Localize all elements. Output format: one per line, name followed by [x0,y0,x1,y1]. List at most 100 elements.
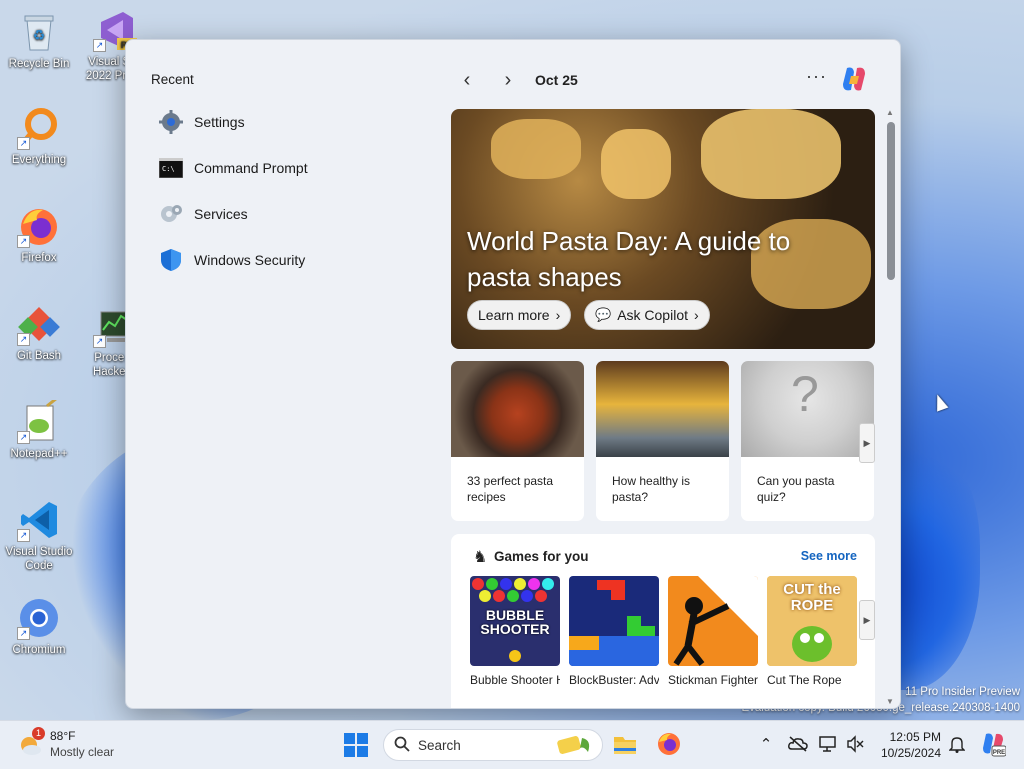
notepadpp-icon: ↗ [17,396,61,444]
next-button[interactable]: › [496,68,520,92]
vscode-icon: ↗ [17,498,61,542]
search-label: Search [418,738,461,753]
game-tile[interactable]: BlockBuster: Adventures … [569,576,659,688]
game-art-text: BUBBLE SHOOTER [480,607,550,637]
game-caption: BlockBuster: Adventures … [569,673,659,687]
hero-title: World Pasta Day: A guide to pasta shapes [467,226,791,292]
everything-search-icon: ↗ [17,106,61,150]
cloud-offline-icon [788,736,808,752]
desktop-icon-notepadpp[interactable]: ↗ Notepad++ [2,396,76,461]
chevron-left-icon: ‹ [463,68,471,91]
article-caption: How healthy is pasta? [612,474,691,504]
game-tile[interactable]: Stickman Fighter : Mega… [668,576,758,688]
search-highlight-icon [552,734,596,756]
article-image [451,361,584,457]
file-explorer-button[interactable] [612,731,638,757]
services-gear-icon [158,201,184,227]
see-more-link[interactable]: See more [801,549,857,563]
copilot-icon [843,67,865,91]
start-button[interactable] [344,733,368,757]
firefox-icon [658,733,680,755]
game-art: BUBBLE SHOOTER [470,576,560,666]
panel-scrollbar[interactable]: ▲ ▼ [884,108,898,706]
weather-badge: 1 [32,727,45,740]
network-monitor-icon [819,736,836,752]
chat-bubble-icon: 💬 [595,307,612,322]
desktop-icon-git-bash[interactable]: ↗ Git Bash [2,302,76,363]
game-caption: Stickman Fighter : Mega… [668,673,758,687]
desktop-icon-label: Firefox [21,252,57,264]
desktop-icon-label: Git Bash [16,350,62,362]
learn-more-label: Learn more [478,307,550,323]
game-art [569,576,659,666]
volume-muted-icon [847,735,864,753]
bell-icon [949,737,965,753]
scroll-up-icon: ▲ [886,108,894,117]
article-card[interactable]: How healthy is pasta? [596,361,729,521]
game-art-text: CUT the ROPE [783,581,841,614]
chevron-up-icon: ⌃ [759,736,773,753]
ask-copilot-button[interactable]: 💬 Ask Copilot › [584,300,710,330]
article-caption: Can you pasta quiz? [757,474,835,504]
games-section: ♞ Games for you See more BUBBLE SHOOTER … [451,534,875,708]
desktop-icon-label: Chromium [12,644,66,656]
recent-item-windows-security[interactable]: Windows Security [158,243,305,277]
pasta-image-part [701,109,841,199]
game-tile[interactable]: BUBBLE SHOOTER Bubble Shooter HD [470,576,560,688]
taskbar-clock[interactable]: 12:05 PM 10/25/2024 [876,729,941,761]
pasta-image-part [601,129,671,199]
triangle-right-icon: ▶ [863,614,871,625]
desktop-icon-vscode[interactable]: ↗ Visual Studio Code [2,498,76,573]
onedrive-status-button[interactable] [787,733,809,755]
windows-watermark-edition: 11 Pro Insider Preview [905,686,1020,698]
start-widgets-panel: Recent Settings C:\ Command Prompt Servi… [125,39,901,709]
desktop-icon-chromium[interactable]: ↗ Chromium [2,596,76,657]
volume-button[interactable] [844,733,866,755]
previous-button[interactable]: ‹ [455,68,479,92]
cards-scroll-right-button[interactable]: ▶ [859,423,875,463]
chromium-icon: ↗ [17,596,61,640]
game-art [668,576,758,666]
search-icon [394,736,410,756]
recent-item-services[interactable]: Services [158,197,248,231]
game-tile[interactable]: CUT the ROPE Cut The Rope [767,576,857,688]
svg-text:♻: ♻ [33,27,46,43]
svg-text:C:\: C:\ [162,165,175,173]
chess-knight-icon: ♞ [473,549,488,566]
desktop-icon-label: Notepad++ [10,448,68,460]
desktop-icon-label: Recycle Bin [8,58,70,70]
desktop-icon-everything[interactable]: ↗ Everything [2,106,76,167]
learn-more-button[interactable]: Learn more › [467,300,572,330]
taskbar-search-box[interactable]: Search [383,729,603,761]
pasta-image-part [491,119,581,179]
chevron-right-icon: › [504,68,512,91]
firefox-taskbar-button[interactable] [656,731,682,757]
desktop-icon-recycle-bin[interactable]: ♻ Recycle Bin [2,10,76,71]
article-card[interactable]: 33 perfect pasta recipes [451,361,584,521]
windows-logo-icon [344,733,368,757]
notifications-button[interactable] [946,733,968,755]
clock-date: 10/25/2024 [880,746,941,760]
gear-icon [158,109,184,135]
svg-text:PRE: PRE [993,750,1005,756]
game-art: CUT the ROPE [767,576,857,666]
recent-heading: Recent [151,72,194,87]
copilot-taskbar-button[interactable]: PRE [980,731,1007,757]
article-image [596,361,729,457]
copilot-button[interactable] [839,64,869,94]
recent-item-command-prompt[interactable]: C:\ Command Prompt [158,151,308,185]
feed-date: Oct 25 [535,72,578,88]
question-mark-art: ? [791,366,819,422]
network-button[interactable] [818,733,840,755]
shield-icon [158,247,184,273]
games-title: Games for you [494,549,589,564]
show-hidden-icons-button[interactable]: ⌃ [755,733,777,755]
hero-article-card[interactable]: World Pasta Day: A guide to pasta shapes… [451,109,875,349]
article-card[interactable]: ? Can you pasta quiz? [741,361,874,521]
recent-item-settings[interactable]: Settings [158,105,245,139]
games-scroll-right-button[interactable]: ▶ [859,600,875,640]
more-options-button[interactable]: ··· [806,66,827,87]
scrollbar-thumb[interactable] [887,122,895,280]
folder-icon [614,737,636,754]
desktop-icon-firefox[interactable]: ↗ Firefox [2,204,76,265]
